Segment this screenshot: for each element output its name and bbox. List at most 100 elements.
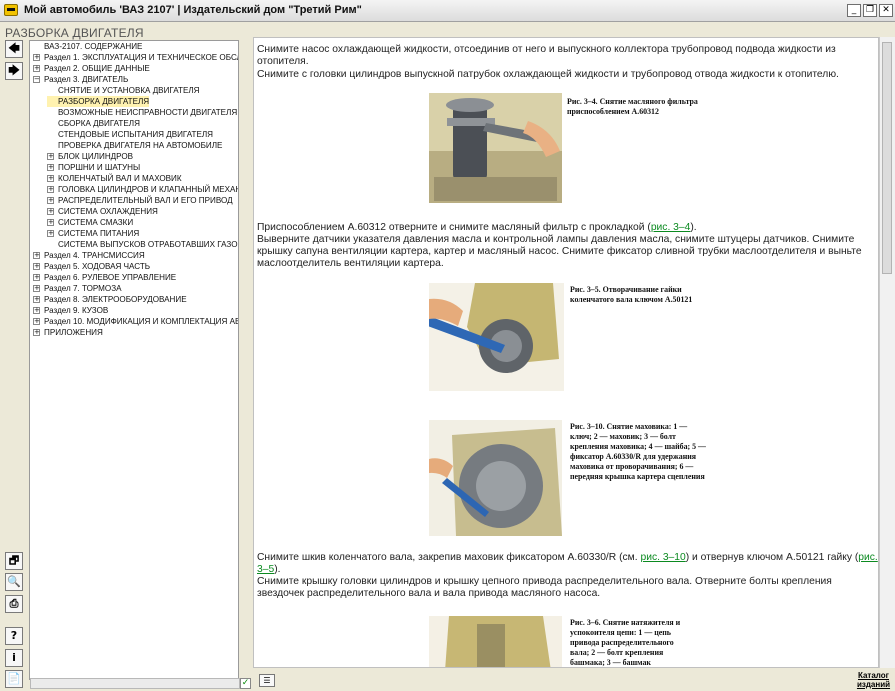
tree-subitem[interactable]: + БЛОК ЦИЛИНДРОВ (47, 151, 133, 162)
tree-subitem[interactable]: + ПОРШНИ И ШАТУНЫ (47, 162, 140, 173)
figure-flywheel-removal (429, 420, 562, 536)
tree-subitem[interactable]: СИСТЕМА ВЫПУСКОВ ОТРАБОТАВШИХ ГАЗОВ (47, 239, 238, 250)
collapse-icon[interactable]: − (33, 76, 40, 84)
tree-item[interactable]: + Раздел 6. РУЛЕВОЕ УПРАВЛЕНИЕ (33, 272, 176, 283)
tree-label[interactable]: Раздел 10. МОДИФИКАЦИЯ И КОМПЛЕКТАЦИЯ АВ… (44, 317, 238, 326)
tree-label[interactable]: СБОРКА ДВИГАТЕЛЯ (58, 119, 140, 128)
expand-icon[interactable]: + (47, 164, 54, 172)
tree-label[interactable]: РАСПРЕДЕЛИТЕЛЬНЫЙ ВАЛ И ЕГО ПРИВОД (58, 196, 233, 205)
tree-label[interactable]: СИСТЕМА ОХЛАЖДЕНИЯ (58, 207, 158, 216)
tree-label[interactable]: Раздел 1. ЭКСПЛУАТАЦИЯ И ТЕХНИЧЕСКОЕ ОБС… (44, 53, 238, 62)
link-figure-3-4[interactable]: рис. 3–4 (651, 222, 691, 233)
forward-arrow-icon[interactable]: 🡆 (5, 62, 23, 80)
tree-label[interactable]: СИСТЕМА ПИТАНИЯ (58, 229, 139, 238)
help-icon[interactable]: ? (5, 627, 23, 645)
expand-icon[interactable]: + (33, 307, 40, 315)
minimize-button[interactable]: _ (847, 4, 861, 17)
tree-label[interactable]: Раздел 5. ХОДОВАЯ ЧАСТЬ (44, 262, 150, 271)
tree-item[interactable]: + ПРИЛОЖЕНИЯ (33, 327, 103, 338)
tree-subitem[interactable]: СНЯТИЕ И УСТАНОВКА ДВИГАТЕЛЯ (47, 85, 200, 96)
tree-item[interactable]: + Раздел 8. ЭЛЕКТРООБОРУДОВАНИЕ (33, 294, 187, 305)
tree-subitem[interactable]: СТЕНДОВЫЕ ИСПЫТАНИЯ ДВИГАТЕЛЯ (47, 129, 213, 140)
sync-checkbox[interactable]: ✓ (240, 678, 251, 689)
expand-icon[interactable]: + (47, 175, 54, 183)
tree-label[interactable]: Раздел 7. ТОРМОЗА (44, 284, 122, 293)
tree-subitem[interactable]: + СИСТЕМА ОХЛАЖДЕНИЯ (47, 206, 158, 217)
expand-icon[interactable]: + (33, 65, 40, 73)
tree-label[interactable]: Раздел 8. ЭЛЕКТРООБОРУДОВАНИЕ (44, 295, 187, 304)
tree-subitem[interactable]: ВОЗМОЖНЫЕ НЕИСПРАВНОСТИ ДВИГАТЕЛЯ, И (47, 107, 238, 118)
tree-item[interactable]: + Раздел 9. КУЗОВ (33, 305, 108, 316)
print-icon[interactable]: ⎙ (5, 595, 23, 613)
back-arrow-icon[interactable]: 🡄 (5, 40, 23, 58)
scroll-thumb[interactable] (882, 42, 892, 274)
tree-item[interactable]: + Раздел 4. ТРАНСМИССИЯ (33, 250, 145, 261)
tree-label[interactable]: ПРОВЕРКА ДВИГАТЕЛЯ НА АВТОМОБИЛЕ (58, 141, 222, 150)
tree-label[interactable]: ПОРШНИ И ШАТУНЫ (58, 163, 140, 172)
expand-icon[interactable]: + (33, 285, 40, 293)
paragraph-5-tail: ). (274, 564, 281, 576)
tree-label[interactable]: КОЛЕНЧАТЫЙ ВАЛ И МАХОВИК (58, 174, 182, 183)
tree-subitem[interactable]: + СИСТЕМА СМАЗКИ (47, 217, 133, 228)
tree-label[interactable]: РАЗБОРКА ДВИГАТЕЛЯ (58, 97, 149, 106)
tree-label[interactable]: Раздел 3. ДВИГАТЕЛЬ (44, 75, 128, 84)
tree-item[interactable]: + Раздел 1. ЭКСПЛУАТАЦИЯ И ТЕХНИЧЕСКОЕ ОБ… (33, 52, 238, 63)
tree-item[interactable]: + Раздел 10. МОДИФИКАЦИЯ И КОМПЛЕКТАЦИЯ А… (33, 316, 238, 327)
tree-subitem[interactable]: + СИСТЕМА ПИТАНИЯ (47, 228, 139, 239)
menu-icon[interactable]: ☰ (259, 674, 275, 687)
close-button[interactable]: ✕ (879, 4, 893, 17)
tree-subitem[interactable]: + РАСПРЕДЕЛИТЕЛЬНЫЙ ВАЛ И ЕГО ПРИВОД (47, 195, 233, 206)
tree-item[interactable]: + Раздел 2. ОБЩИЕ ДАННЫЕ (33, 63, 150, 74)
tree-item[interactable]: + Раздел 5. ХОДОВАЯ ЧАСТЬ (33, 261, 150, 272)
tree-label[interactable]: ПРИЛОЖЕНИЯ (44, 328, 103, 337)
tree-label[interactable]: Раздел 4. ТРАНСМИССИЯ (44, 251, 145, 260)
expand-icon[interactable]: + (47, 153, 54, 161)
expand-icon[interactable]: + (33, 263, 40, 271)
tree-item[interactable]: − Раздел 3. ДВИГАТЕЛЬ (33, 74, 128, 85)
catalog-link[interactable]: Каталог изданий (852, 671, 895, 689)
expand-icon[interactable]: + (33, 274, 40, 282)
paragraph-3-text: Приспособлением А.60312 отверните и сним… (257, 222, 651, 233)
expand-icon[interactable]: + (47, 208, 54, 216)
expand-icon[interactable]: + (33, 329, 40, 337)
paragraph-5: Снимите шкив коленчатого вала, закрепив … (257, 552, 878, 576)
tree-label[interactable]: ГОЛОВКА ЦИЛИНДРОВ И КЛАПАННЫЙ МЕХАНИ (58, 185, 238, 194)
expand-icon[interactable]: + (47, 219, 54, 227)
tree-item[interactable]: ВАЗ-2107. СОДЕРЖАНИЕ (33, 41, 142, 52)
tree-label[interactable]: СТЕНДОВЫЕ ИСПЫТАНИЯ ДВИГАТЕЛЯ (58, 130, 213, 139)
tree-label[interactable]: СИСТЕМА СМАЗКИ (58, 218, 133, 227)
expand-icon[interactable]: + (47, 230, 54, 238)
tree-label[interactable]: ВОЗМОЖНЫЕ НЕИСПРАВНОСТИ ДВИГАТЕЛЯ, И (58, 108, 238, 117)
tree-subitem[interactable]: ПРОВЕРКА ДВИГАТЕЛЯ НА АВТОМОБИЛЕ (47, 140, 222, 151)
expand-icon[interactable]: + (33, 296, 40, 304)
tree-label[interactable]: Раздел 2. ОБЩИЕ ДАННЫЕ (44, 64, 150, 73)
paragraph-2: Снимите с головки цилиндров выпускной па… (257, 69, 839, 80)
tree-label[interactable]: Раздел 9. КУЗОВ (44, 306, 108, 315)
expand-icon[interactable]: + (47, 186, 54, 194)
tree-subitem[interactable]: СБОРКА ДВИГАТЕЛЯ (47, 118, 140, 129)
maximize-button[interactable]: ❐ (863, 4, 877, 17)
catalog-link-text[interactable]: Каталог изданий (852, 671, 895, 689)
tree-horizontal-scrollbar[interactable] (30, 678, 240, 689)
content-vertical-scrollbar[interactable] (879, 37, 895, 668)
window-icon[interactable]: 🗗 (5, 552, 23, 570)
info-icon[interactable]: i (5, 649, 23, 667)
tree-label[interactable]: ВАЗ-2107. СОДЕРЖАНИЕ (44, 42, 142, 51)
document-icon[interactable]: 📄 (5, 670, 23, 688)
expand-icon[interactable]: + (33, 252, 40, 260)
expand-icon[interactable]: + (33, 318, 40, 326)
paragraph-6: Снимите крышку головки цилиндров и крышк… (257, 576, 832, 600)
tree-label[interactable]: БЛОК ЦИЛИНДРОВ (58, 152, 133, 161)
search-icon[interactable]: 🔍 (5, 573, 23, 591)
tree-label[interactable]: СИСТЕМА ВЫПУСКОВ ОТРАБОТАВШИХ ГАЗОВ (58, 240, 238, 249)
tree-subitem[interactable]: + ГОЛОВКА ЦИЛИНДРОВ И КЛАПАННЫЙ МЕХАНИ (47, 184, 238, 195)
tree-subitem[interactable]: + КОЛЕНЧАТЫЙ ВАЛ И МАХОВИК (47, 173, 182, 184)
tree-subitem[interactable]: РАЗБОРКА ДВИГАТЕЛЯ (47, 96, 150, 107)
figure-3-caption-text: Рис. 3–10. Снятие маховика: 1 — ключ; 2 … (570, 422, 706, 481)
tree-label[interactable]: Раздел 6. РУЛЕВОЕ УПРАВЛЕНИЕ (44, 273, 176, 282)
tree-item[interactable]: + Раздел 7. ТОРМОЗА (33, 283, 122, 294)
link-figure-3-10[interactable]: рис. 3–10 (640, 552, 685, 563)
expand-icon[interactable]: + (47, 197, 54, 205)
tree-label[interactable]: СНЯТИЕ И УСТАНОВКА ДВИГАТЕЛЯ (58, 86, 200, 95)
expand-icon[interactable]: + (33, 54, 40, 62)
